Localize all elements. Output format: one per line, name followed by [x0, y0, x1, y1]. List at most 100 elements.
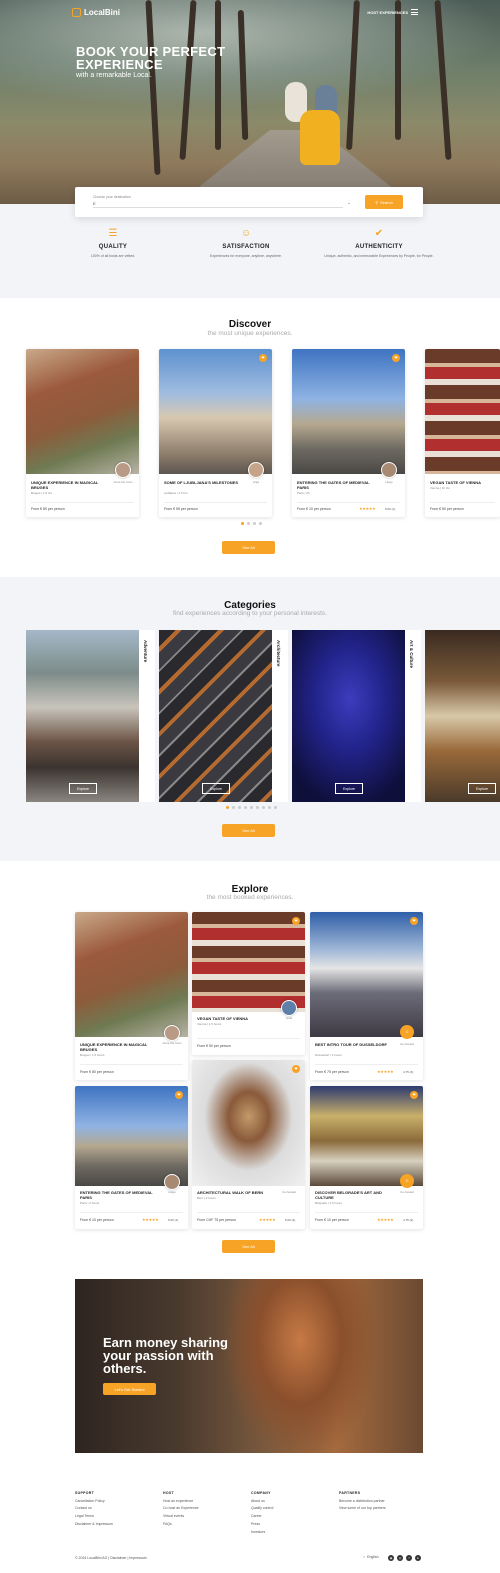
explore-button[interactable]: Explore: [69, 783, 97, 794]
footer-link[interactable]: Contact us: [75, 1505, 113, 1513]
category-card-adventure[interactable]: Adventure Explore: [26, 630, 155, 802]
footer-link[interactable]: View some of our top partners: [339, 1505, 386, 1513]
card-meta: Paris | 2 hours: [80, 1201, 100, 1205]
destination-input[interactable]: Е: [93, 201, 343, 208]
experience-card[interactable]: ❤ ☺ Co-hosted BEST INTRO TOUR OF DUSSELD…: [310, 912, 423, 1080]
scooter: [300, 110, 340, 165]
category-card[interactable]: Explore: [425, 630, 500, 802]
host-name: Anne De Cam: [162, 1041, 182, 1045]
explore-see-all-button[interactable]: See All: [222, 1240, 275, 1253]
pagination-dot[interactable]: [238, 806, 241, 809]
pagination-dot[interactable]: [256, 806, 259, 809]
get-started-button[interactable]: Let's Get Started: [103, 1383, 156, 1395]
bookmark-icon[interactable]: ❤: [292, 917, 300, 925]
pagination-dot[interactable]: [244, 806, 247, 809]
feature-quality: ☰ QUALITY 100% of all hosts are vetted.: [53, 228, 173, 259]
footer-partners: PARTNERS Become a distribution partner V…: [339, 1490, 386, 1513]
feature-authenticity: ✔ AUTHENTICITY Unique, authentic, and me…: [319, 228, 439, 259]
rating-value: 4.75 (2): [403, 1218, 414, 1222]
experience-card[interactable]: ❤ Julia VEGAN TASTE OF VIENNA Vienna | 1…: [192, 912, 305, 1055]
language-selector[interactable]: ○ English: [363, 1555, 379, 1559]
footer-link[interactable]: Legal Terms: [75, 1513, 113, 1521]
experience-card[interactable]: Anne De Cam UNIQUE EXPERIENCE IN MAGICAL…: [26, 349, 139, 517]
footer-link[interactable]: About us: [251, 1498, 273, 1506]
experience-card[interactable]: ❤ Co-hosted ARCHITECTURAL WALK OF BERN B…: [192, 1060, 305, 1229]
experience-card[interactable]: VEGAN TASTE OF VIENNA Vienna | 1h 3m Fro…: [425, 349, 500, 517]
footer-link[interactable]: Co-host an Experience: [163, 1505, 199, 1513]
footer-link[interactable]: Quality control: [251, 1505, 273, 1513]
instagram-icon[interactable]: ◉: [388, 1555, 394, 1561]
bookmark-icon[interactable]: ❤: [410, 917, 418, 925]
divider: [164, 502, 267, 503]
feature-title: QUALITY: [98, 244, 128, 250]
footer-link[interactable]: Host an experience: [163, 1498, 199, 1506]
card-meta: Ljubljana | 1.5 hrs: [164, 491, 188, 495]
pagination-dot[interactable]: [226, 806, 229, 809]
logo[interactable]: LocalBini: [72, 8, 120, 17]
bookmark-icon[interactable]: ❤: [392, 354, 400, 362]
footer-link[interactable]: FAQs: [163, 1521, 199, 1529]
search-icon: ⚲: [375, 199, 379, 205]
card-title: VEGAN TASTE OF VIENNA: [197, 1016, 249, 1021]
categories-see-all-button[interactable]: See All: [222, 824, 275, 837]
bookmark-icon[interactable]: ❤: [292, 1065, 300, 1073]
footer-heading: HOST: [163, 1491, 174, 1495]
experience-card[interactable]: ❤ Anja SOME OF LJUBLJANA'S MILESTONES Lj…: [159, 349, 272, 517]
pagination-dot[interactable]: [241, 522, 244, 525]
search-button[interactable]: ⚲ Search: [365, 195, 403, 209]
host-name: Anja: [252, 480, 259, 484]
card-title: SOME OF LJUBLJANA'S MILESTONES: [164, 480, 238, 485]
divider: [197, 1212, 300, 1213]
pagination-dot[interactable]: [268, 806, 271, 809]
pagination-dot[interactable]: [247, 522, 250, 525]
category-card-architecture[interactable]: Architecture Explore: [159, 630, 288, 802]
bookmark-icon[interactable]: ❤: [410, 1091, 418, 1099]
pagination-dot[interactable]: [253, 522, 256, 525]
facebook-icon[interactable]: f: [406, 1555, 412, 1561]
host-name: Co-hosted: [400, 1042, 414, 1046]
footer-link[interactable]: Become a distribution partner: [339, 1498, 386, 1506]
footer-link[interactable]: Disclaimer & Impressum: [75, 1521, 113, 1529]
divider: [80, 1064, 183, 1065]
footer-link[interactable]: Career: [251, 1513, 273, 1521]
footer-link[interactable]: Virtual events: [163, 1513, 199, 1521]
divider: [297, 502, 400, 503]
chevron-down-icon[interactable]: ⌄: [347, 200, 351, 206]
footer-heading: PARTNERS: [339, 1491, 361, 1495]
explore-button[interactable]: Explore: [468, 783, 496, 794]
explore-button[interactable]: Explore: [202, 783, 230, 794]
experience-card[interactable]: Anne De Cam UNIQUE EXPERIENCE IN MAGICAL…: [75, 912, 188, 1080]
card-price: From € 75 per person: [315, 1070, 349, 1074]
card-price: From € 10 per person: [297, 507, 331, 511]
footer-link[interactable]: Investors: [251, 1529, 273, 1537]
discover-see-all-button[interactable]: See All: [222, 541, 275, 554]
hamburger-menu-icon[interactable]: [411, 9, 418, 15]
bookmark-icon[interactable]: ❤: [175, 1091, 183, 1099]
host-experiences-link[interactable]: HOST EXPERIENCES: [367, 10, 408, 15]
pagination-dot[interactable]: [232, 806, 235, 809]
host-avatar: [381, 462, 397, 478]
pagination-dot[interactable]: [262, 806, 265, 809]
pagination-dot[interactable]: [274, 806, 277, 809]
pagination-dot[interactable]: [259, 522, 262, 525]
card-meta: Bruges | 1.5 hrs: [31, 491, 53, 495]
experience-card[interactable]: ❤ ☺ Co-hosted DISCOVER BELGRADE'S ART AN…: [310, 1086, 423, 1229]
tripadvisor-icon[interactable]: ◎: [397, 1555, 403, 1561]
bookmark-icon[interactable]: ❤: [259, 354, 267, 362]
host-name: Julia: [285, 1016, 293, 1020]
footer-company: COMPANY About us Quality control Career …: [251, 1490, 273, 1536]
card-price: From CHF 75 per person: [197, 1218, 236, 1222]
linkedin-icon[interactable]: in: [415, 1555, 421, 1561]
pagination-dot[interactable]: [250, 806, 253, 809]
feature-desc: Experiences for everyone, anytime, anywh…: [210, 254, 282, 258]
footer-link[interactable]: Cancellation Policy: [75, 1498, 113, 1506]
category-label-strip: Art & Culture: [405, 630, 421, 802]
experience-card[interactable]: ❤ Hugo ENTERING THE GATES OF MEDIEVAL PA…: [292, 349, 405, 517]
footer-link[interactable]: Press: [251, 1521, 273, 1529]
category-card-art-culture[interactable]: Art & Culture Explore: [292, 630, 421, 802]
rating-value: 5.00 (1): [385, 507, 396, 511]
experience-card[interactable]: ❤ Hugo ENTERING THE GATES OF MEDIEVAL PA…: [75, 1086, 188, 1229]
card-meta: Belgrade | 1.5 hours: [315, 1201, 342, 1205]
explore-button[interactable]: Explore: [335, 783, 363, 794]
category-name: Art & Culture: [409, 640, 414, 668]
